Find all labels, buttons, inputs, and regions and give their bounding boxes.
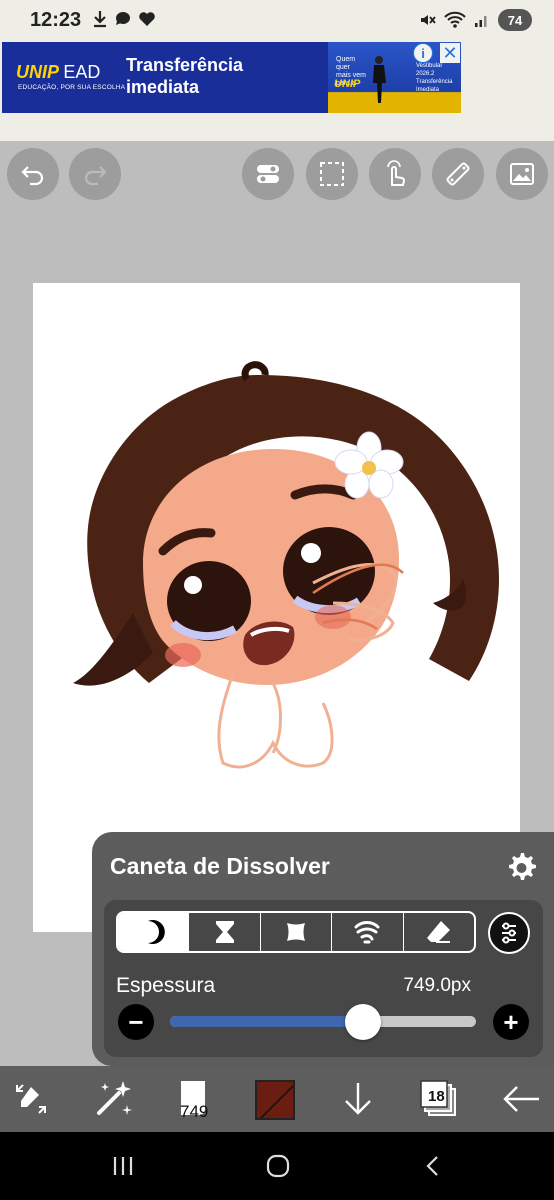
brush-size-button[interactable]: 749: [170, 1074, 220, 1124]
back-button[interactable]: [413, 1150, 453, 1182]
brush-mode-selector: [116, 911, 476, 953]
sliders-icon: [502, 922, 516, 944]
moon-icon: [148, 920, 165, 944]
ad-banner[interactable]: UNIP EAD EDUCAÇÃO, POR SUA ESCOLHA Trans…: [2, 42, 461, 113]
hand-gesture-icon: [387, 160, 405, 186]
download-icon: [94, 11, 106, 28]
wifi-icon: [444, 11, 466, 28]
ad-info-button[interactable]: i: [413, 43, 433, 63]
ad-area: UNIP EAD EDUCAÇÃO, POR SUA ESCOLHA Trans…: [0, 42, 554, 141]
selection-icon: [320, 162, 344, 186]
mode-blob-button[interactable]: [261, 913, 333, 951]
hand-gesture-button[interactable]: [369, 148, 421, 200]
battery-indicator: 74: [498, 9, 532, 31]
home-button[interactable]: [258, 1150, 298, 1182]
wave-icon: [354, 921, 380, 944]
ruler-button[interactable]: [432, 148, 484, 200]
toggle-settings-icon: [257, 165, 279, 183]
recent-apps-button[interactable]: [103, 1150, 143, 1182]
signal-icon: [475, 16, 487, 27]
brush-controls: Espessura 749.0px − +: [104, 900, 543, 1057]
blob-icon: [287, 923, 306, 941]
gear-icon[interactable]: [502, 848, 540, 886]
ad-logo: UNIP EAD: [16, 62, 101, 82]
thickness-label: Espessura: [116, 974, 216, 997]
move-down-icon: [345, 1083, 371, 1115]
status-bar: 12:23 74: [0, 0, 554, 42]
heart-icon: [139, 12, 155, 26]
ad-headline: Transferência imediata: [126, 55, 244, 97]
eraser-icon: [426, 921, 450, 943]
magic-wand-icon: [97, 1081, 132, 1115]
brush-size-label: 749: [180, 1102, 209, 1121]
mode-wave-button[interactable]: [332, 913, 404, 951]
move-down-button[interactable]: [333, 1074, 383, 1124]
mute-icon: [421, 15, 436, 25]
ad-tagline: EDUCAÇÃO, POR SUA ESCOLHA: [18, 84, 126, 91]
ad-close-button[interactable]: ✕: [440, 43, 460, 63]
transform-tool-button[interactable]: [6, 1074, 56, 1124]
back-icon: [426, 1156, 438, 1176]
back-arrow-button[interactable]: [496, 1074, 546, 1124]
hourglass-icon: [215, 921, 234, 943]
redo-button[interactable]: [69, 148, 121, 200]
recent-apps-icon: [113, 1157, 133, 1175]
home-icon: [266, 1154, 290, 1178]
thickness-value: 749.0px: [403, 975, 471, 996]
ruler-icon: [446, 162, 470, 186]
chat-bubble-icon: [115, 11, 130, 25]
redo-icon: [84, 166, 107, 186]
layers-button[interactable]: 18: [414, 1074, 464, 1124]
color-swatch[interactable]: [255, 1080, 295, 1120]
undo-button[interactable]: [7, 148, 59, 200]
undo-icon: [21, 166, 44, 186]
transform-tool-icon: [16, 1084, 46, 1114]
mode-hourglass-button[interactable]: [189, 913, 261, 951]
magic-wand-button[interactable]: [88, 1074, 138, 1124]
brush-settings-panel: Caneta de Dissolver Espessura 749.0px − …: [92, 832, 554, 1066]
brush-adjust-button[interactable]: [488, 912, 530, 954]
thickness-slider-thumb[interactable]: [344, 1004, 381, 1040]
mode-moon-button[interactable]: [118, 913, 190, 951]
system-nav-bar: [0, 1132, 554, 1200]
thickness-slider-fill: [170, 1016, 363, 1027]
brush-name: Caneta de Dissolver: [110, 853, 330, 879]
image-import-icon: [510, 163, 534, 185]
ad-person-figure: [373, 56, 386, 103]
toggle-settings-button[interactable]: [242, 148, 294, 200]
back-arrow-icon: [503, 1086, 539, 1112]
status-time: 12:23: [30, 9, 82, 31]
thickness-increase-button[interactable]: +: [493, 1004, 529, 1040]
color-swatch-line: [259, 1084, 293, 1118]
image-import-button[interactable]: [496, 148, 548, 200]
thickness-decrease-button[interactable]: −: [118, 1004, 154, 1040]
thickness-slider[interactable]: [170, 1004, 476, 1040]
selection-button[interactable]: [306, 148, 358, 200]
mode-eraser-button[interactable]: [404, 913, 474, 951]
layer-count: 18: [428, 1088, 445, 1105]
